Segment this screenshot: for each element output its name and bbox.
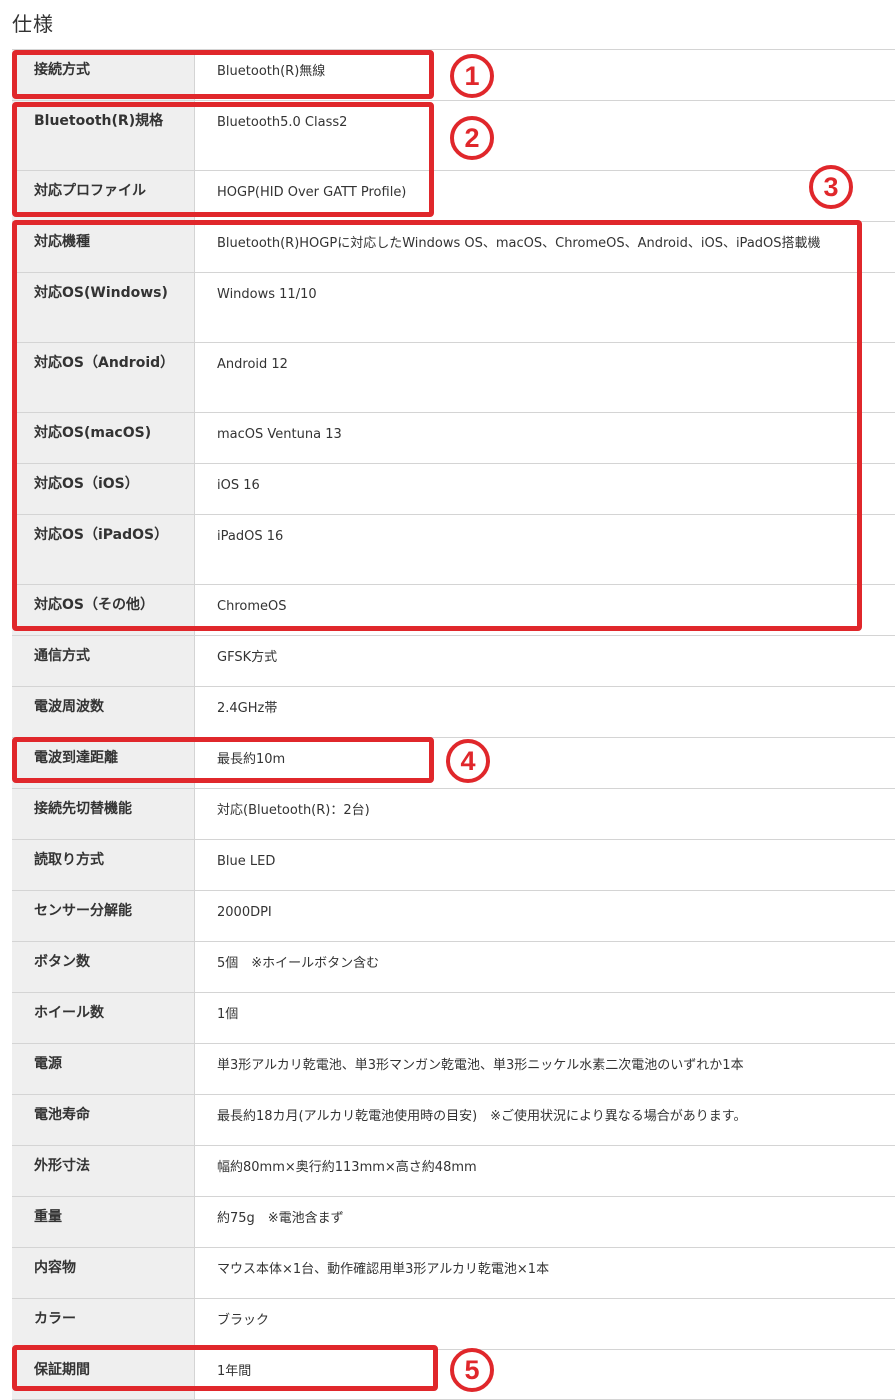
spec-label: 読取り方式 <box>12 840 195 890</box>
spec-row: 内容物 マウス本体×1台、動作確認用単3形アルカリ乾電池×1本 <box>12 1247 895 1298</box>
highlight-box-5 <box>12 1345 438 1391</box>
spec-value: 最長約18カ月(アルカリ乾電池使用時の目安) ※ご使用状況により異なる場合があり… <box>217 1109 747 1124</box>
spec-value: Blue LED <box>217 854 276 869</box>
spec-row: 通信方式 GFSK方式 <box>12 635 895 686</box>
spec-value: マウス本体×1台、動作確認用単3形アルカリ乾電池×1本 <box>217 1262 550 1277</box>
spec-label: 重量 <box>12 1197 195 1247</box>
spec-label: カラー <box>12 1299 195 1349</box>
spec-row: 接続先切替機能 対応(Bluetooth(R)：2台) <box>12 788 895 839</box>
spec-label: 通信方式 <box>12 636 195 686</box>
spec-value: 5個 ※ホイールボタン含む <box>217 956 380 971</box>
spec-row: 電波周波数 2.4GHz帯 <box>12 686 895 737</box>
annotation-number-4: 4 <box>446 739 490 783</box>
highlight-box-4 <box>12 737 434 783</box>
spec-row: カラー ブラック <box>12 1298 895 1349</box>
spec-value: GFSK方式 <box>217 650 278 665</box>
spec-value: 2000DPI <box>217 905 272 920</box>
annotation-number-2: 2 <box>450 116 494 160</box>
spec-value: ブラック <box>217 1313 270 1328</box>
spec-label: 内容物 <box>12 1248 195 1298</box>
spec-label: センサー分解能 <box>12 891 195 941</box>
spec-value: 約75g ※電池含まず <box>217 1211 344 1226</box>
spec-value: 2.4GHz帯 <box>217 701 278 716</box>
spec-row: 外形寸法 幅約80mm×奥行約113mm×高さ約48mm <box>12 1145 895 1196</box>
spec-label: 電池寿命 <box>12 1095 195 1145</box>
spec-label: ホイール数 <box>12 993 195 1043</box>
spec-value: 幅約80mm×奥行約113mm×高さ約48mm <box>217 1160 477 1175</box>
annotation-number-5: 5 <box>450 1348 494 1392</box>
spec-row: 電源 単3形アルカリ乾電池、単3形マンガン乾電池、単3形ニッケル水素二次電池のいず… <box>12 1043 895 1094</box>
annotation-number-1: 1 <box>450 54 494 98</box>
spec-row: センサー分解能 2000DPI <box>12 890 895 941</box>
spec-label: 電源 <box>12 1044 195 1094</box>
spec-row: 読取り方式 Blue LED <box>12 839 895 890</box>
spec-value: 1個 <box>217 1007 239 1022</box>
highlight-box-2 <box>12 102 434 217</box>
spec-row: 重量 約75g ※電池含まず <box>12 1196 895 1247</box>
spec-label: ボタン数 <box>12 942 195 992</box>
annotation-number-3: 3 <box>809 165 853 209</box>
highlight-box-3 <box>12 220 862 631</box>
spec-row: ボタン数 5個 ※ホイールボタン含む <box>12 941 895 992</box>
highlight-box-1 <box>12 50 434 99</box>
spec-value: 単3形アルカリ乾電池、単3形マンガン乾電池、単3形ニッケル水素二次電池のいずれか… <box>217 1058 744 1073</box>
spec-label: 外形寸法 <box>12 1146 195 1196</box>
spec-row: 電池寿命 最長約18カ月(アルカリ乾電池使用時の目安) ※ご使用状況により異なる場… <box>12 1094 895 1145</box>
spec-row: ホイール数 1個 <box>12 992 895 1043</box>
spec-label: 電波周波数 <box>12 687 195 737</box>
spec-value: 対応(Bluetooth(R)：2台) <box>217 803 370 818</box>
spec-label: 接続先切替機能 <box>12 789 195 839</box>
page-title: 仕様 <box>12 12 54 36</box>
